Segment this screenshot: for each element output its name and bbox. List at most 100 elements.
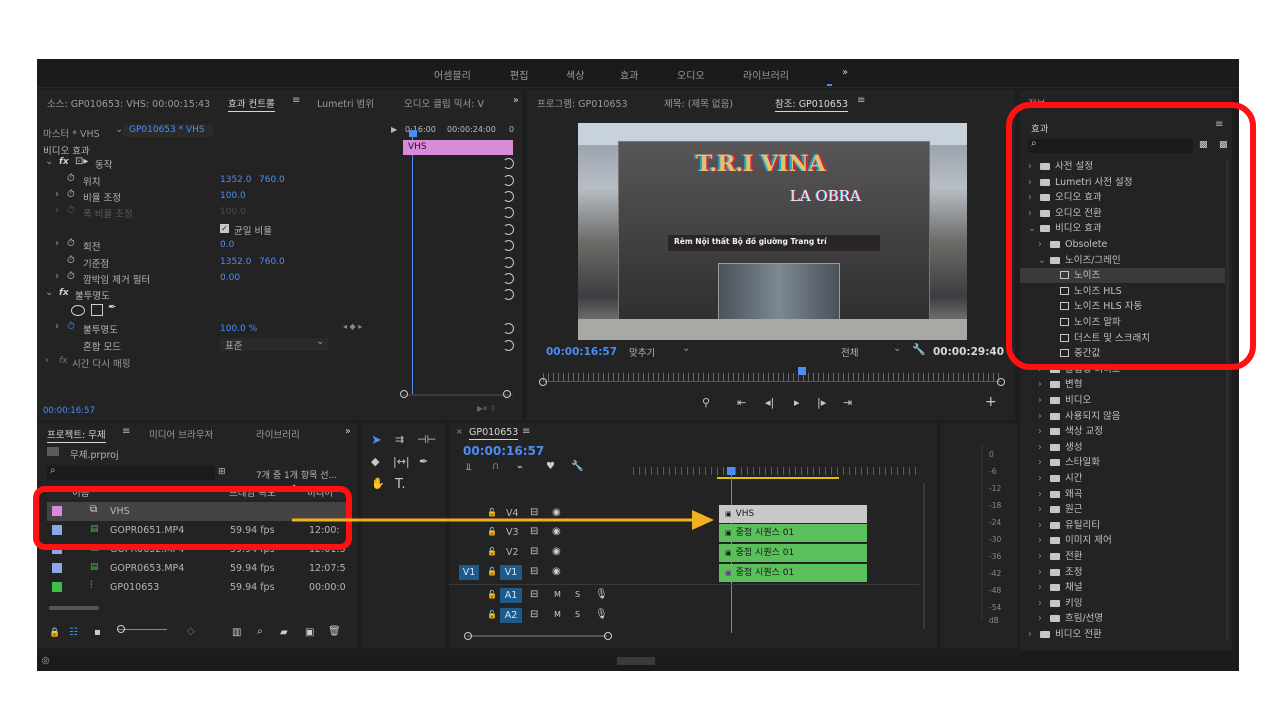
effect-folder[interactable]: › 왜곡 [1020,487,1225,502]
timeline-timecode[interactable]: 00:00:16:57 [463,444,544,458]
program-video-frame[interactable]: T.R.I VINA LA OBRA Rèm Nội thất Bộ đồ gi… [578,123,967,340]
effect-folder[interactable]: › 생성 [1020,440,1225,455]
reset-motion-icon[interactable] [503,158,514,169]
clip-select-dropdown[interactable]: GP010653 * VHS [123,124,213,137]
stopwatch-opacity-icon[interactable]: ⏱ [67,321,75,332]
hand-tool-icon[interactable]: ✋ [371,477,385,490]
sort-icon[interactable]: ◇ [187,626,195,637]
track-label[interactable]: V1 [500,565,522,580]
tab-title[interactable]: 제목: (제목 없음) [664,96,733,110]
program-scrub-bar[interactable] [543,373,1001,382]
effect-folder[interactable]: › 전환 [1020,549,1225,564]
reset-scale-icon[interactable] [503,191,514,202]
project-menu-icon[interactable]: ≡ [122,426,130,437]
linked-selection-icon[interactable]: ⌁ [517,462,523,473]
reset-rotation-icon[interactable] [503,240,514,251]
track-label[interactable]: A1 [500,588,522,603]
track-label[interactable]: A2 [500,608,522,623]
snap-icon[interactable]: ∩ [492,461,499,472]
ec-clip-bar[interactable]: VHS [403,140,513,155]
hscroll-handle-right[interactable] [604,632,612,640]
scroll-handle-right[interactable] [503,390,511,398]
expand-opacity-icon[interactable]: › [55,321,59,332]
fit-dropdown[interactable]: 맞추기 ⌄ [627,343,693,359]
lock-track-icon[interactable]: 🔓 [487,547,497,556]
tab-project-overflow[interactable]: » [345,426,351,437]
sequence-menu-icon[interactable]: ≡ [522,426,530,437]
solo-button[interactable]: S [575,590,580,599]
chevron-right-icon[interactable]: › [1038,471,1046,486]
microphone-icon[interactable]: 🎙 [595,589,608,600]
project-hscroll[interactable] [49,606,99,610]
effect-folder[interactable]: › 비디오 [1020,393,1225,408]
ellipse-mask-icon[interactable] [71,305,85,316]
trash-icon[interactable]: 🗑 [328,626,341,637]
chevron-right-icon[interactable]: › [1038,487,1046,502]
chevron-right-icon[interactable]: › [1038,440,1046,455]
workspace-edit[interactable]: 편집 [510,67,528,82]
automate-sequence-icon[interactable]: ▥ [232,627,241,638]
step-back-icon[interactable]: ◂| [765,396,774,409]
chevron-right-icon[interactable]: › [1038,533,1046,548]
expand-flicker-icon[interactable]: › [55,271,59,282]
tab-reference[interactable]: 참조: GP010653 [775,96,849,112]
stopwatch-flicker-icon[interactable]: ⏱ [67,271,75,282]
effect-folder[interactable]: › 시간 [1020,471,1225,486]
expand-time-remap-icon[interactable]: › [45,355,49,366]
timeline-hscroll[interactable] [467,635,607,637]
label-color-swatch[interactable] [52,582,62,592]
razor-tool-icon[interactable]: ◆ [371,455,379,468]
project-search-field[interactable]: ⌕ [47,465,215,480]
tab-program[interactable]: 프로그램: GP010653 [537,96,628,110]
motion-transform-icon[interactable]: ⊡▸ [75,156,88,167]
marker-icon[interactable]: ⚲ [702,396,710,409]
solo-button[interactable]: S [575,610,580,619]
go-to-in-icon[interactable]: ⇤ [737,396,746,409]
microphone-icon[interactable]: 🎙 [595,609,608,620]
workspace-assembly[interactable]: 어셈블리 [434,67,471,82]
keyframe-nav-icon[interactable]: ◂ ◆ ▸ [343,322,362,331]
chevron-right-icon[interactable]: › [1038,455,1046,470]
icon-view-icon[interactable]: ▪ [94,627,101,638]
list-view-icon[interactable]: ☷ [69,627,78,638]
reset-flicker-icon[interactable] [503,273,514,284]
close-sequence-icon[interactable]: × [456,427,463,436]
chevron-right-icon[interactable]: › [1038,611,1046,626]
wrench-icon[interactable]: 🔧 [912,343,926,356]
table-row[interactable]: ⫶ GP010653 59.94 fps 00:00:0 [47,578,347,597]
effect-folder[interactable]: › 흐림/선명 [1020,611,1225,626]
rectangle-mask-icon[interactable] [91,304,103,316]
reset-position-icon[interactable] [503,175,514,186]
program-playhead[interactable] [798,367,806,375]
chevron-right-icon[interactable]: › [1038,377,1046,392]
add-button[interactable]: + [985,394,997,410]
tab-overflow-button[interactable]: » [513,95,519,106]
reset-scale-width-icon[interactable] [503,207,514,218]
eye-icon[interactable]: ◉ [552,546,561,557]
pen-tool-icon[interactable]: ✒ [419,455,428,468]
scrub-handle-right[interactable] [997,378,1005,386]
lock-icon[interactable]: 🔒 [49,628,60,638]
sync-lock-icon[interactable]: ⊟ [530,566,538,577]
chevron-right-icon[interactable]: › [1038,596,1046,611]
anchor-y-value[interactable]: 760.0 [259,257,285,267]
export-frame-icon[interactable]: ▶⏸ ⇪ [477,404,496,414]
effect-folder[interactable]: › 키잉 [1020,596,1225,611]
expand-rotation-icon[interactable]: › [55,238,59,249]
sync-lock-icon[interactable]: ⊟ [530,609,538,620]
collapse-motion-icon[interactable]: ⌄ [45,156,53,167]
chevron-right-icon[interactable]: › [1038,549,1046,564]
ec-scroll-track[interactable] [403,394,513,396]
tab-project[interactable]: 프로젝트: 무제 [47,427,106,443]
type-tool-icon[interactable]: T. [395,477,406,492]
mute-button[interactable]: M [554,610,561,619]
zoom-slider-handle[interactable] [117,625,125,633]
play-only-icon[interactable]: ▶ [391,125,397,134]
workspace-overflow-button[interactable]: » [842,67,848,78]
effect-folder[interactable]: › 스타일화 [1020,455,1225,470]
pen-mask-icon[interactable]: ✒ [108,302,116,313]
reset-opacity-icon[interactable] [503,323,514,334]
effect-folder[interactable]: › 유틸리티 [1020,518,1225,533]
workspace-audio[interactable]: 오디오 [677,67,705,82]
clip-nested-sequence-v3[interactable]: ▣ 중첩 시퀀스 01 [719,524,867,542]
